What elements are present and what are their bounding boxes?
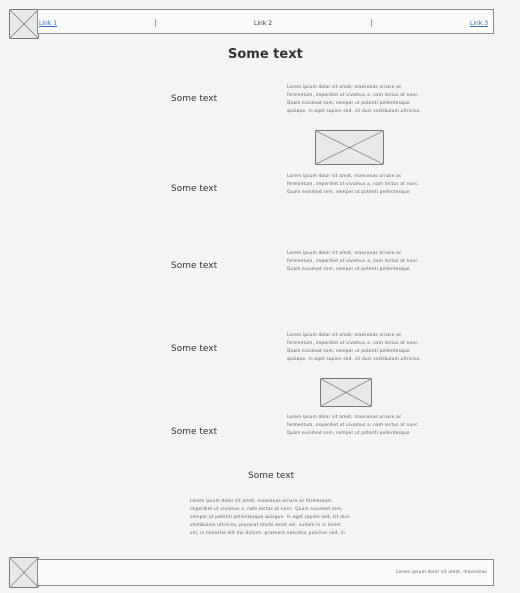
section-paragraph: Lorem ipsum dolor sit amet, maecenas orn… xyxy=(190,498,350,536)
nav-link-3[interactable]: Link 3 xyxy=(470,20,488,28)
footer-text: Lorem ipsum dolor sit amet, maecenas xyxy=(396,569,487,574)
nav-link-2[interactable]: Link 2 xyxy=(254,20,272,28)
row-label: Some text xyxy=(171,184,218,194)
image-placeholder xyxy=(320,378,372,407)
row-paragraph: Lorem ipsum dolor sit amet, maecenas orn… xyxy=(287,332,421,362)
nav-divider xyxy=(155,19,156,27)
row-label: Some text xyxy=(171,344,218,354)
row-paragraph: Lorem ipsum dolor sit amet, maecenas orn… xyxy=(287,250,420,272)
row-paragraph: Lorem ipsum dolor sit amet, maecenas orn… xyxy=(287,173,420,195)
row-label: Some text xyxy=(171,427,218,437)
row-paragraph: Lorem ipsum dolor sit amet, maecenas orn… xyxy=(287,84,421,114)
nav-divider xyxy=(371,19,372,27)
page-title: Some text xyxy=(228,47,303,62)
row-label: Some text xyxy=(171,261,218,271)
section-label: Some text xyxy=(248,471,295,481)
footer-image-placeholder xyxy=(9,557,39,588)
image-placeholder xyxy=(315,130,384,165)
logo-image-placeholder xyxy=(9,9,39,39)
row-label: Some text xyxy=(171,94,218,104)
row-paragraph: Lorem ipsum dolor sit amet, maecenas orn… xyxy=(287,414,420,436)
nav-link-1[interactable]: Link 1 xyxy=(39,20,57,28)
